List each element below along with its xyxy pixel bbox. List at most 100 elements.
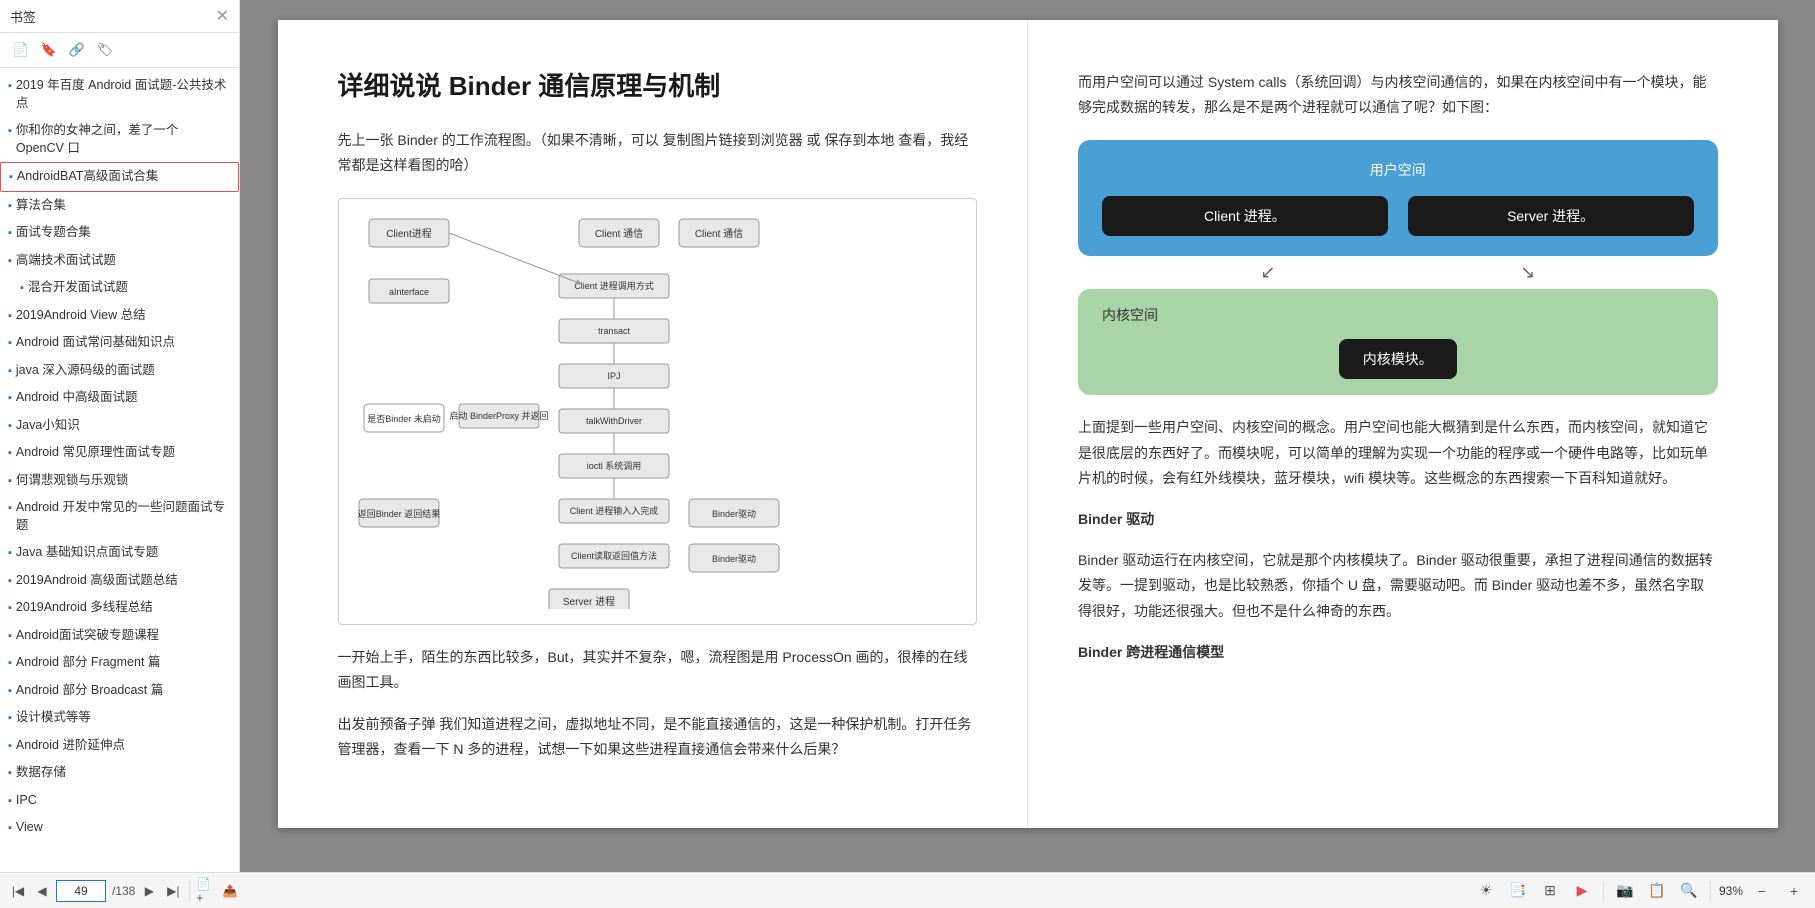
bookmark-icon: ▪ <box>20 281 24 296</box>
zoom-in-button[interactable]: + <box>1781 878 1807 904</box>
bookmark-tool-button[interactable]: 📑 <box>1505 878 1531 904</box>
client-process-label: Client 进程。 <box>1102 196 1388 236</box>
sun-tool-button[interactable]: ☀ <box>1473 878 1499 904</box>
bookmark-icon: ▪ <box>8 629 12 644</box>
sidebar-tool-add[interactable]: 📄 <box>10 39 32 61</box>
bookmark-icon: ▪ <box>8 474 12 489</box>
sidebar-title: 书签 <box>10 7 36 26</box>
sidebar-item[interactable]: ▪你和你的女神之间，差了一个 OpenCV 口 <box>0 117 239 162</box>
page-container[interactable]: 详细说说 Binder 通信原理与机制 先上一张 Binder 的工作流程图。（… <box>240 0 1815 872</box>
sidebar-item[interactable]: ▪IPC <box>0 787 239 815</box>
sidebar-item[interactable]: ▪2019Android 多线程总结 <box>0 594 239 622</box>
separator-3 <box>1710 881 1711 901</box>
sidebar-item[interactable]: ▪Java小知识 <box>0 412 239 440</box>
bookmark-icon: ▪ <box>8 254 12 269</box>
sidebar-item[interactable]: ▪Android面试突破专题课程 <box>0 622 239 650</box>
sidebar-item[interactable]: ▪2019 年百度 Android 面试题-公共技术点 <box>0 72 239 117</box>
svg-text:Binder驱动: Binder驱动 <box>711 554 755 564</box>
pdf-para-1: 先上一张 Binder 的工作流程图。（如果不清晰，可以 复制图片链接到浏览器 … <box>338 128 978 178</box>
sidebar-item[interactable]: ▪算法合集 <box>0 192 239 220</box>
svg-text:Client 进程调用方式: Client 进程调用方式 <box>574 280 654 291</box>
svg-text:Client 通信: Client 通信 <box>594 228 642 240</box>
sidebar-item[interactable]: ▪Android 中高级面试题 <box>0 384 239 412</box>
bookmark-icon: ▪ <box>8 336 12 351</box>
bookmark-icon: ▪ <box>8 546 12 561</box>
play-tool-button[interactable]: ▶ <box>1569 878 1595 904</box>
separator-1 <box>189 881 190 901</box>
pdf-para-2: 一开始上手，陌生的东西比较多，But，其实并不复杂，嗯，流程图是用 Proces… <box>338 645 978 695</box>
bookmark-icon: ▪ <box>8 124 12 139</box>
bookmark-icon: ▪ <box>8 684 12 699</box>
bookmark-icon: ▪ <box>8 79 12 94</box>
bookmark-icon: ▪ <box>8 364 12 379</box>
pdf-left-column: 详细说说 Binder 通信原理与机制 先上一张 Binder 的工作流程图。（… <box>278 20 1029 828</box>
svg-text:启动 BinderProxy 并返回: 启动 BinderProxy 并返回 <box>449 410 548 421</box>
kernel-module-label: 内核模块。 <box>1339 339 1457 379</box>
sidebar-item[interactable]: ▪设计模式等等 <box>0 704 239 732</box>
app-window: 书签 ✕ 📄 🔖 🔗 🏷 ▪2019 年百度 Android 面试题-公共技术点… <box>0 0 1815 908</box>
sidebar-tool-link[interactable]: 🔗 <box>66 39 88 61</box>
columns-tool-button[interactable]: ⊞ <box>1537 878 1563 904</box>
sidebar-item[interactable]: ▪面试专题合集 <box>0 219 239 247</box>
svg-text:aInterface: aInterface <box>388 287 428 297</box>
sidebar-item[interactable]: ▪Android 面试常问基础知识点 <box>0 329 239 357</box>
svg-text:Client 进程输入入完成: Client 进程输入入完成 <box>569 505 658 516</box>
binder-flow-diagram: Client进程 Client 通信 Client 通信 aInterface <box>338 198 978 625</box>
sidebar-item[interactable]: ▪2019Android 高级面试题总结 <box>0 567 239 595</box>
svg-text:Server 进程: Server 进程 <box>562 596 614 608</box>
sidebar-item[interactable]: ▪Android 进阶延伸点 <box>0 732 239 760</box>
prev-page-button[interactable]: ◀ <box>32 881 52 901</box>
bookmark-icon: ▪ <box>8 574 12 589</box>
sidebar-item[interactable]: ▪何谓悲观锁与乐观锁 <box>0 467 239 495</box>
bookmark-icon: ▪ <box>8 739 12 754</box>
sidebar-item[interactable]: ▪混合开发面试试题 <box>0 274 239 302</box>
zoom-out-button[interactable]: − <box>1749 878 1775 904</box>
sidebar-item[interactable]: ▪Android 部分 Fragment 篇 <box>0 649 239 677</box>
pdf-page: 详细说说 Binder 通信原理与机制 先上一张 Binder 的工作流程图。（… <box>278 20 1778 828</box>
bookmark-icon: ▪ <box>8 711 12 726</box>
separator-2 <box>1603 881 1604 901</box>
sidebar-item[interactable]: ▪java 深入源码级的面试题 <box>0 357 239 385</box>
server-process-label: Server 进程。 <box>1408 196 1694 236</box>
add-page-button[interactable]: 📄+ <box>196 881 216 901</box>
first-page-button[interactable]: |◀ <box>8 881 28 901</box>
bookmark-icon: ▪ <box>9 170 13 185</box>
bottom-tools: ☀ 📑 ⊞ ▶ 📷 📋 🔍 93% − + <box>1473 878 1807 904</box>
bookmark-icon: ▪ <box>8 446 12 461</box>
bookmark-icon: ▪ <box>8 656 12 671</box>
pdf-right-para1: 而用户空间可以通过 System calls（系统回调）与内核空间通信的，如果在… <box>1078 70 1718 120</box>
sidebar-item[interactable]: ▪Java 基础知识点面试专题 <box>0 539 239 567</box>
sidebar-tool-bookmark[interactable]: 🔖 <box>38 39 60 61</box>
bookmark-icon: ▪ <box>8 501 12 516</box>
current-page-input[interactable] <box>56 880 106 902</box>
sidebar-item[interactable]: ▪Android 开发中常见的一些问题面试专题 <box>0 494 239 539</box>
bookmark-icon: ▪ <box>8 309 12 324</box>
bookmark-icon: ▪ <box>8 821 12 836</box>
user-space-label: 用户空间 <box>1102 160 1694 180</box>
pdf-right-para2: 上面提到一些用户空间、内核空间的概念。用户空间也能大概猜到是什么东西，而内核空间… <box>1078 415 1718 491</box>
sidebar-item[interactable]: ▪Android 部分 Broadcast 篇 <box>0 677 239 705</box>
sidebar-item[interactable]: ▪AndroidBAT高级面试合集 <box>0 162 239 192</box>
last-page-button[interactable]: ▶| <box>163 881 183 901</box>
sidebar-item[interactable]: ▪数据存储 <box>0 759 239 787</box>
zoom-in-extra-button[interactable]: 🔍 <box>1676 878 1702 904</box>
bookmark-icon: ▪ <box>8 199 12 214</box>
page-input-container: /138 <box>56 880 135 902</box>
extract-page-button[interactable]: 📤 <box>220 881 240 901</box>
sidebar-item[interactable]: ▪高端技术面试试题 <box>0 247 239 275</box>
zoom-value: 93% <box>1719 884 1743 898</box>
svg-text:talkWithDriver: talkWithDriver <box>585 416 641 426</box>
sidebar-item[interactable]: ▪View <box>0 814 239 842</box>
sidebar-item[interactable]: ▪Android 常见原理性面试专题 <box>0 439 239 467</box>
screenshot-tool-button[interactable]: 📷 <box>1612 878 1638 904</box>
binder-driver-para: Binder 驱动运行在内核空间，它就是那个内核模块了。Binder 驱动很重要… <box>1078 548 1718 624</box>
sidebar-tool-tag[interactable]: 🏷 <box>94 39 116 61</box>
svg-text:IPJ: IPJ <box>607 371 620 381</box>
sidebar-item[interactable]: ▪2019Android View 总结 <box>0 302 239 330</box>
user-kernel-diagram: 用户空间 Client 进程。 Server 进程。 ↙ ↘ <box>1078 140 1718 395</box>
copy-tool-button[interactable]: 📋 <box>1644 878 1670 904</box>
next-page-button[interactable]: ▶ <box>139 881 159 901</box>
svg-text:是否Binder 未启动: 是否Binder 未启动 <box>367 413 441 424</box>
sidebar-close-button[interactable]: ✕ <box>216 6 229 26</box>
bookmark-icon: ▪ <box>8 766 12 781</box>
